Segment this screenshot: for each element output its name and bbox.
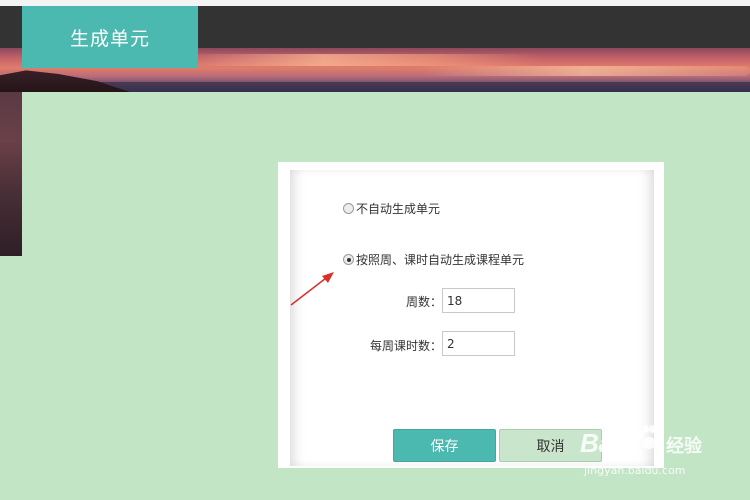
weeks-label: 周数： (405, 295, 442, 309)
watermark-url: jingyan.baidu.com (584, 464, 686, 477)
radio-button[interactable] (343, 203, 354, 214)
radio-button-selected[interactable] (343, 254, 354, 265)
paw-icon (638, 425, 660, 449)
hours-per-week-input[interactable] (442, 331, 515, 356)
save-button[interactable]: 保存 (393, 429, 496, 462)
background-photo-strip (0, 92, 22, 256)
option-auto-generate-by-week[interactable]: 按照周、课时自动生成课程单元 (343, 251, 524, 268)
option-no-auto-generate[interactable]: 不自动生成单元 (343, 200, 440, 217)
watermark-text: 经验 (666, 436, 702, 457)
page-title: 生成单元 (22, 6, 198, 68)
annotation-arrow-icon (290, 272, 334, 306)
option-label: 按照周、课时自动生成课程单元 (356, 253, 525, 267)
hours-per-week-label: 每周课时数： (369, 339, 442, 353)
option-label: 不自动生成单元 (356, 202, 441, 216)
baidu-jingyan-watermark: Bai 经验 jingyan.baidu.com (560, 410, 740, 490)
weeks-input[interactable] (442, 288, 515, 313)
watermark-logo: Bai (580, 428, 621, 458)
